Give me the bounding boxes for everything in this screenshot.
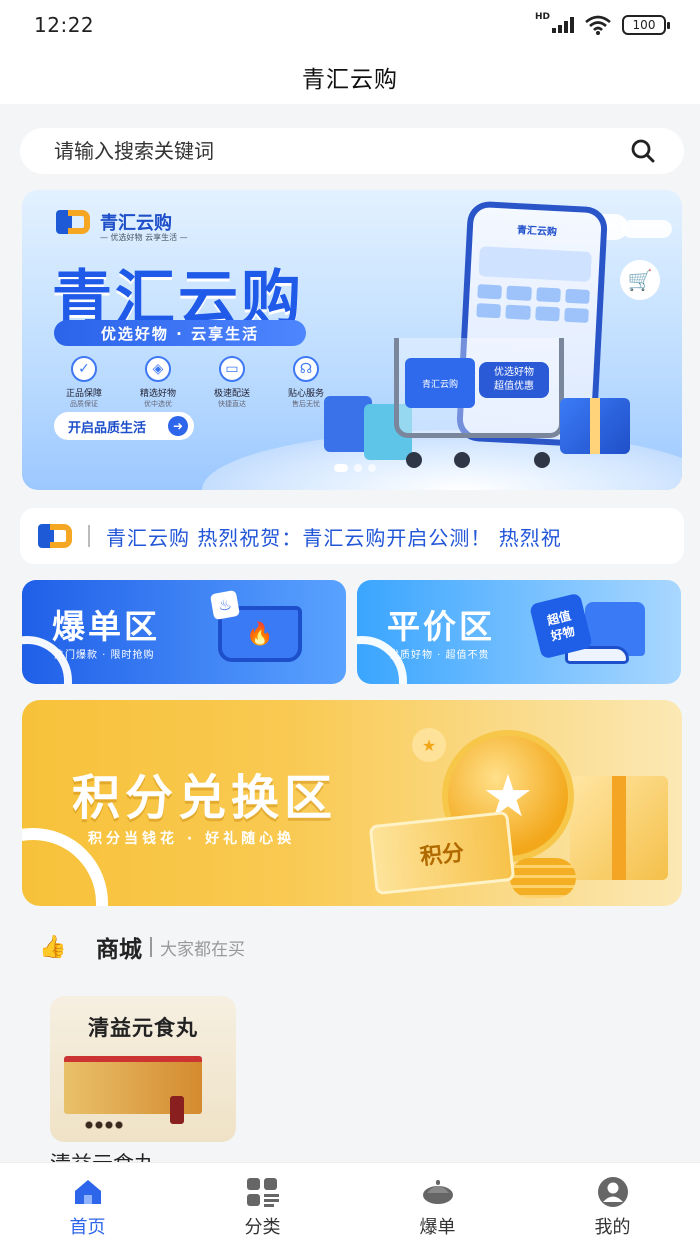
shield-icon: ✓ — [71, 356, 97, 382]
feature-title: 贴心服务 — [287, 389, 324, 399]
points-ticket: 积分 — [368, 810, 516, 896]
feature-item: ◈ 精选好物 优中选优 — [130, 356, 186, 409]
feature-subtitle: 售后无忧 — [292, 400, 320, 408]
zone-title: 爆单区 — [52, 607, 160, 646]
hot-sale-zone-card[interactable]: 爆单区 热门爆款 · 限时抢购 🔥 ♨ — [22, 580, 346, 684]
arrow-right-icon: ➜ — [168, 416, 188, 436]
small-coin-icon: ★ — [412, 728, 446, 762]
banner-cta-button[interactable]: 开启品质生活 ➜ — [54, 412, 194, 440]
cart-promo-tag: 优选好物 超值优惠 — [479, 362, 549, 398]
tab-label: 爆单 — [419, 1217, 456, 1238]
carousel-dot[interactable] — [354, 464, 362, 472]
tag-icon: ◈ — [145, 356, 171, 382]
ticket-label: 积分 — [419, 840, 466, 871]
truck-icon: ▭ — [219, 356, 245, 382]
divider — [150, 937, 152, 957]
search-input[interactable] — [54, 139, 614, 163]
banner-slogan: 优选好物 · 云享生活 — [54, 320, 306, 346]
cart-tag-line: 超值优惠 — [494, 381, 534, 392]
cart-tag-line: 优选好物 — [494, 367, 534, 378]
tab-label: 我的 — [594, 1217, 631, 1238]
points-exchange-card[interactable]: 积分兑换区 积分当钱花 · 好礼随心换 ★ ★ 积分 — [22, 700, 682, 906]
cart-wheel — [534, 452, 550, 468]
brand-logo-icon — [38, 522, 74, 550]
carousel-dot[interactable] — [334, 464, 348, 472]
shopping-cart-icon: 🛒 — [620, 260, 660, 300]
feature-item: ▭ 极速配送 快捷直达 — [204, 356, 260, 409]
product-card[interactable]: 清益元食丸 清益元食丸 — [50, 996, 236, 1178]
feature-title: 极速配送 — [213, 389, 250, 399]
fire-flag-icon: ♨ — [209, 589, 241, 621]
thumbs-up-icon: 👍 — [39, 934, 67, 960]
divider — [88, 525, 90, 547]
status-time: 12:22 — [34, 13, 95, 37]
points-title: 积分兑换区 — [72, 770, 338, 826]
hero-banner[interactable]: 青汇云购 — 优选好物 云享生活 — 青汇云购 优选好物 · 云享生活 ✓ 正品… — [22, 190, 682, 490]
nav-bar: 青汇云购 — [0, 50, 700, 104]
tab-hot[interactable]: 爆单 — [350, 1163, 525, 1244]
tab-home[interactable]: 首页 — [0, 1163, 175, 1244]
tab-label: 分类 — [244, 1217, 281, 1238]
section-title: 商城 — [96, 937, 142, 963]
carousel-indicator — [334, 464, 376, 472]
cart-wheel — [406, 452, 422, 468]
product-bottle — [170, 1096, 184, 1124]
section-subtitle: 大家都在买 — [160, 939, 245, 960]
product-image[interactable]: 清益元食丸 — [50, 996, 236, 1142]
low-price-zone-card[interactable]: 平价区 优质好物 · 超值不贵 超值 好物 — [357, 580, 681, 684]
signal-icon — [552, 17, 574, 33]
zone-title: 平价区 — [387, 607, 495, 646]
feature-subtitle: 品质保证 — [70, 400, 98, 408]
product-image-caption: 清益元食丸 — [88, 1015, 198, 1040]
product-pills — [84, 1120, 124, 1130]
category-icon — [246, 1177, 280, 1207]
tab-category[interactable]: 分类 — [175, 1163, 350, 1244]
zone-subtitle: 优质好物 · 超值不贵 — [389, 650, 490, 661]
zone-subtitle: 热门爆款 · 限时抢购 — [54, 650, 155, 661]
tab-label: 首页 — [69, 1217, 106, 1238]
brand-logo-icon — [56, 208, 92, 236]
announcement-text: 青汇云购 热烈祝贺：青汇云购开启公测！ 热烈祝 — [106, 525, 562, 550]
cloud-decoration — [622, 220, 672, 238]
feature-title: 精选好物 — [139, 389, 176, 399]
gift-box-illustration — [560, 398, 630, 454]
feature-subtitle: 优中选优 — [144, 400, 172, 408]
points-subtitle: 积分当钱花 · 好礼随心换 — [88, 831, 296, 847]
battery-icon: 100 — [622, 15, 670, 35]
banner-features: ✓ 正品保障 品质保证 ◈ 精选好物 优中选优 ▭ 极速配送 快捷直达 ☊ 贴心… — [56, 356, 334, 409]
feature-subtitle: 快捷直达 — [218, 400, 246, 408]
network-type-label: HD — [534, 12, 550, 22]
wifi-icon — [585, 15, 611, 35]
status-icons: HD 100 — [534, 12, 670, 35]
search-icon[interactable] — [630, 138, 656, 164]
cart-illustration: 青汇云购 优选好物 超值优惠 — [394, 338, 564, 438]
gift-box-illustration — [570, 776, 668, 880]
banner-brand-tagline: — 优选好物 云享生活 — — [100, 233, 188, 242]
home-icon — [71, 1177, 105, 1207]
feature-title: 正品保障 — [65, 389, 102, 399]
phone-screen-title: 青汇云购 — [516, 225, 558, 239]
search-bar[interactable] — [20, 128, 684, 174]
headset-icon: ☊ — [293, 356, 319, 382]
page-title: 青汇云购 — [302, 67, 398, 93]
cart-box-label: 青汇云购 — [405, 358, 475, 408]
section-header: 👍 商城 大家都在买 — [39, 930, 245, 964]
coin-stack-illustration — [510, 858, 576, 898]
hot-icon — [421, 1177, 455, 1207]
carousel-dot[interactable] — [368, 464, 376, 472]
bottom-tab-bar: 首页 分类 爆单 我的 — [0, 1162, 700, 1244]
user-icon — [596, 1177, 630, 1207]
cart-wheel — [454, 452, 470, 468]
announcement-bar[interactable]: 青汇云购 热烈祝贺：青汇云购开启公测！ 热烈祝 — [20, 508, 684, 564]
cta-label: 开启品质生活 — [68, 420, 147, 436]
feature-item: ✓ 正品保障 品质保证 — [56, 356, 112, 409]
tab-mine[interactable]: 我的 — [525, 1163, 700, 1244]
status-bar: 12:22 HD 100 — [0, 0, 700, 50]
